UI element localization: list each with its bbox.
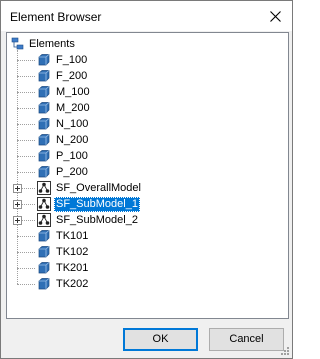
tree-branch-line xyxy=(17,140,35,141)
tree-branch-line xyxy=(17,124,35,125)
title-bar: Element Browser xyxy=(1,1,292,31)
tree-branch-line xyxy=(17,236,35,237)
element-cube-icon xyxy=(38,150,50,162)
element-cube-icon xyxy=(38,86,50,98)
tree-item-label: N_200 xyxy=(56,134,89,146)
tree-item[interactable]: SF_SubModel_1 xyxy=(7,196,288,212)
tree-item[interactable]: TK102 xyxy=(7,244,288,260)
expand-plus-icon[interactable] xyxy=(13,184,22,193)
tree-item[interactable]: F_200 xyxy=(7,68,288,84)
element-cube-icon xyxy=(38,278,50,290)
model-network-icon xyxy=(37,213,51,227)
tree-item[interactable]: SF_OverallModel xyxy=(7,180,288,196)
tree-item[interactable]: F_100 xyxy=(7,52,288,68)
tree-item[interactable]: P_100 xyxy=(7,148,288,164)
model-network-icon xyxy=(37,197,51,211)
cancel-button[interactable]: Cancel xyxy=(209,328,284,351)
element-cube-icon xyxy=(38,70,50,82)
element-cube-icon xyxy=(38,54,50,66)
tree-branch-line xyxy=(17,92,35,93)
tree-branch-line xyxy=(17,252,35,253)
tree-branch-line xyxy=(17,108,35,109)
close-icon xyxy=(269,10,281,22)
tree-branch-line xyxy=(17,156,35,157)
tree-item-label: M_200 xyxy=(56,102,90,114)
tree-item-label: F_200 xyxy=(56,70,88,82)
element-browser-dialog: Element Browser Elements F_100 F_200 M_100… xyxy=(0,0,293,359)
tree-item-label: TK201 xyxy=(56,262,89,274)
tree-item-label: TK202 xyxy=(56,278,89,290)
tree-item-label: P_100 xyxy=(56,150,88,162)
element-cube-icon xyxy=(38,262,50,274)
tree-item-label: TK102 xyxy=(56,246,89,258)
element-cube-icon xyxy=(38,118,50,130)
tree-item[interactable]: M_200 xyxy=(7,100,288,116)
tree-root-label: Elements xyxy=(29,38,75,50)
model-network-icon xyxy=(37,181,51,195)
element-cube-icon xyxy=(38,230,50,242)
tree-item-label: M_100 xyxy=(56,86,90,98)
tree-item[interactable]: SF_SubModel_2 xyxy=(7,212,288,228)
tree-item-label: SF_OverallModel xyxy=(56,182,141,194)
tree-branch-line xyxy=(17,284,35,285)
tree-item-label: N_100 xyxy=(56,118,89,130)
folder-tree-icon xyxy=(11,37,24,50)
tree-branch-line xyxy=(17,172,35,173)
tree-root-row[interactable]: Elements xyxy=(7,36,288,52)
tree-branch-line xyxy=(17,60,35,61)
tree-item[interactable]: N_200 xyxy=(7,132,288,148)
tree-item[interactable]: N_100 xyxy=(7,116,288,132)
tree-item-label: F_100 xyxy=(56,54,88,66)
close-button[interactable] xyxy=(258,1,292,31)
element-cube-icon xyxy=(38,134,50,146)
ok-button[interactable]: OK xyxy=(123,328,198,351)
element-cube-icon xyxy=(38,246,50,258)
tree-item-label: P_200 xyxy=(56,166,88,178)
tree-branch-line xyxy=(17,76,35,77)
tree-item[interactable]: P_200 xyxy=(7,164,288,180)
window-title: Element Browser xyxy=(10,10,102,24)
tree-item[interactable]: TK101 xyxy=(7,228,288,244)
element-cube-icon xyxy=(38,166,50,178)
expand-plus-icon[interactable] xyxy=(13,216,22,225)
tree-branch-line xyxy=(17,268,35,269)
tree-item[interactable]: TK201 xyxy=(7,260,288,276)
expand-plus-icon[interactable] xyxy=(13,200,22,209)
tree-item-label: SF_SubModel_1 xyxy=(54,197,140,212)
element-cube-icon xyxy=(38,102,50,114)
tree-item-label: SF_SubModel_2 xyxy=(56,214,138,226)
element-tree[interactable]: Elements F_100 F_200 M_100 M_200 N_100 N_200 P… xyxy=(6,32,289,319)
tree-item-label: TK101 xyxy=(56,230,89,242)
resize-grip-icon[interactable] xyxy=(280,346,290,356)
tree-item[interactable]: M_100 xyxy=(7,84,288,100)
tree-item[interactable]: TK202 xyxy=(7,276,288,292)
